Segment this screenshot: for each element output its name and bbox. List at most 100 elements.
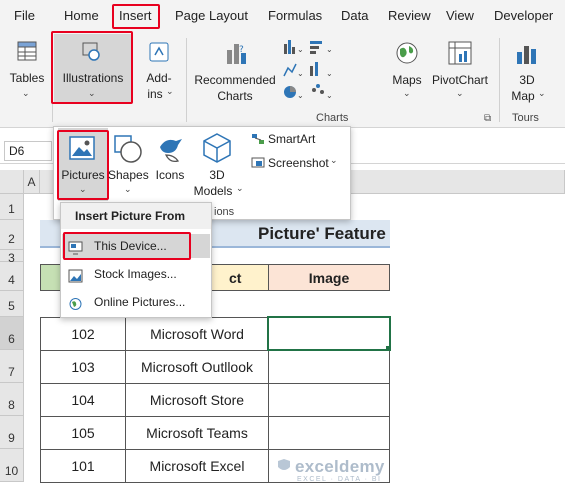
svg-text:⌄: ⌄ xyxy=(297,45,304,54)
pivotchart-icon xyxy=(447,40,473,66)
svg-text:⌄: ⌄ xyxy=(326,45,333,54)
row-header-4[interactable]: 4 xyxy=(0,262,24,291)
table-cell-id[interactable]: 102 xyxy=(40,317,126,351)
table-cell-id[interactable]: 105 xyxy=(40,416,126,450)
header-cell-image[interactable]: Image xyxy=(268,264,390,291)
this-device-highlight xyxy=(63,232,191,260)
screenshot-button[interactable]: Screenshot xyxy=(268,156,329,170)
maps-button[interactable]: Maps xyxy=(386,73,428,87)
chevron-down-icon: ⌄ xyxy=(124,184,132,194)
table-cell-id[interactable]: 103 xyxy=(40,350,126,384)
row-header-5[interactable]: 5 xyxy=(0,291,24,317)
svg-text:⌄: ⌄ xyxy=(326,69,333,78)
addins-button[interactable]: Add- xyxy=(140,71,178,85)
row-number: 6 xyxy=(8,332,15,346)
3d-map-button[interactable]: 3D xyxy=(510,73,544,87)
tab-home[interactable]: Home xyxy=(64,0,99,32)
tab-review[interactable]: Review xyxy=(388,0,431,32)
pictures-highlight xyxy=(57,130,109,200)
row-header-1[interactable]: 1 xyxy=(0,194,24,220)
chevron-down-icon: ⌄ xyxy=(538,88,546,98)
row-header-3[interactable]: 3 xyxy=(0,250,24,265)
exceldemy-logo-icon xyxy=(276,458,292,474)
shapes-button[interactable]: Shapes xyxy=(108,168,149,182)
tours-group-label: Tours xyxy=(512,112,539,124)
tab-formulas[interactable]: Formulas xyxy=(268,0,322,32)
pivotchart-button[interactable]: PivotChart xyxy=(428,73,492,87)
icons-icon xyxy=(156,133,186,165)
charts-group-label: Charts xyxy=(316,112,349,124)
3d-models-button[interactable]: 3D xyxy=(196,168,238,182)
chevron-down-icon: ⌄ xyxy=(330,155,338,165)
dialog-launcher-icon[interactable]: ⧉ xyxy=(484,113,491,124)
row-header-6[interactable]: 6 xyxy=(0,317,24,350)
row-number: 9 xyxy=(8,431,15,445)
table-cell-id[interactable]: 101 xyxy=(40,449,126,483)
svg-text:?: ? xyxy=(239,45,244,55)
table-cell-image[interactable] xyxy=(268,383,390,417)
svg-text:⌄: ⌄ xyxy=(297,91,304,100)
row-number: 10 xyxy=(4,464,19,478)
row-header-8[interactable]: 8 xyxy=(0,383,24,416)
column-header-a[interactable]: A xyxy=(24,170,40,194)
menu-item-label: Stock Images... xyxy=(94,267,177,281)
row-header-7[interactable]: 7 xyxy=(0,350,24,383)
tab-file[interactable]: File xyxy=(14,0,35,32)
table-cell-image[interactable] xyxy=(268,416,390,450)
chevron-down-icon: ⌄ xyxy=(22,88,30,98)
tab-view[interactable]: View xyxy=(446,0,474,32)
name-box[interactable]: D6 xyxy=(4,141,52,161)
table-cell-product[interactable]: Microsoft Teams xyxy=(125,416,269,450)
row-header-9[interactable]: 9 xyxy=(0,416,24,449)
row-number: 1 xyxy=(8,202,15,216)
3d-map-label-line2: Map xyxy=(511,89,535,103)
tables-button[interactable]: Tables xyxy=(8,71,46,85)
recommended-charts-button[interactable]: Recommended xyxy=(192,73,278,87)
smartart-button[interactable]: SmartArt xyxy=(268,132,315,146)
tab-page-layout[interactable]: Page Layout xyxy=(175,0,248,32)
active-cell-selection xyxy=(267,316,391,351)
3d-models-icon xyxy=(202,132,232,164)
select-all-corner[interactable] xyxy=(0,170,24,194)
fill-handle[interactable] xyxy=(386,346,391,351)
row-number: 4 xyxy=(8,273,15,287)
tab-developer[interactable]: Developer xyxy=(494,0,553,32)
stock-images-icon xyxy=(68,267,83,283)
ribbon-separator xyxy=(186,38,187,122)
insert-picture-menu-header: Insert Picture From xyxy=(61,203,211,229)
row-number: 5 xyxy=(8,299,15,313)
ribbon-separator xyxy=(499,38,500,122)
recommended-charts-label-line2: Charts xyxy=(217,89,253,103)
smartart-icon xyxy=(251,133,265,145)
menu-item-label: Online Pictures... xyxy=(94,295,186,309)
svg-text:⌄: ⌄ xyxy=(297,69,304,78)
svg-text:⌄: ⌄ xyxy=(326,91,333,100)
row-number: 2 xyxy=(8,232,15,246)
table-cell-product[interactable]: Microsoft Excel xyxy=(125,449,269,483)
table-cell-product[interactable]: Microsoft Outllook xyxy=(125,350,269,384)
sheet-title: Picture' Feature xyxy=(258,224,386,243)
row-header-2[interactable]: 2 xyxy=(0,220,24,250)
chevron-down-icon: ⌄ xyxy=(403,88,411,98)
watermark-tagline: EXCEL · DATA · BI xyxy=(297,476,382,483)
ribbon-tab-bar: File Home Insert Page Layout Formulas Da… xyxy=(0,0,565,32)
watermark-brand: exceldemy xyxy=(295,457,385,476)
3d-map-icon xyxy=(514,40,540,66)
row-number: 8 xyxy=(8,398,15,412)
icons-button[interactable]: Icons xyxy=(152,168,188,182)
table-cell-id[interactable]: 104 xyxy=(40,383,126,417)
menu-item-stock-images[interactable]: Stock Images... xyxy=(62,262,210,286)
chevron-down-icon: ⌄ xyxy=(456,88,464,98)
table-cell-product[interactable]: Microsoft Word xyxy=(125,317,269,351)
menu-item-online-pictures[interactable]: Online Pictures... xyxy=(62,290,210,314)
table-cell-image[interactable] xyxy=(268,350,390,384)
row-header-10[interactable]: 10 xyxy=(0,449,24,482)
chevron-down-icon: ⌄ xyxy=(236,183,244,193)
table-cell-product[interactable]: Microsoft Store xyxy=(125,383,269,417)
insert-tab-highlight xyxy=(112,4,160,29)
illustrations-highlight xyxy=(51,31,133,104)
recommended-charts-icon: ? xyxy=(224,40,250,66)
tab-data[interactable]: Data xyxy=(341,0,368,32)
globe-icon xyxy=(394,40,420,66)
screenshot-icon xyxy=(251,157,265,169)
